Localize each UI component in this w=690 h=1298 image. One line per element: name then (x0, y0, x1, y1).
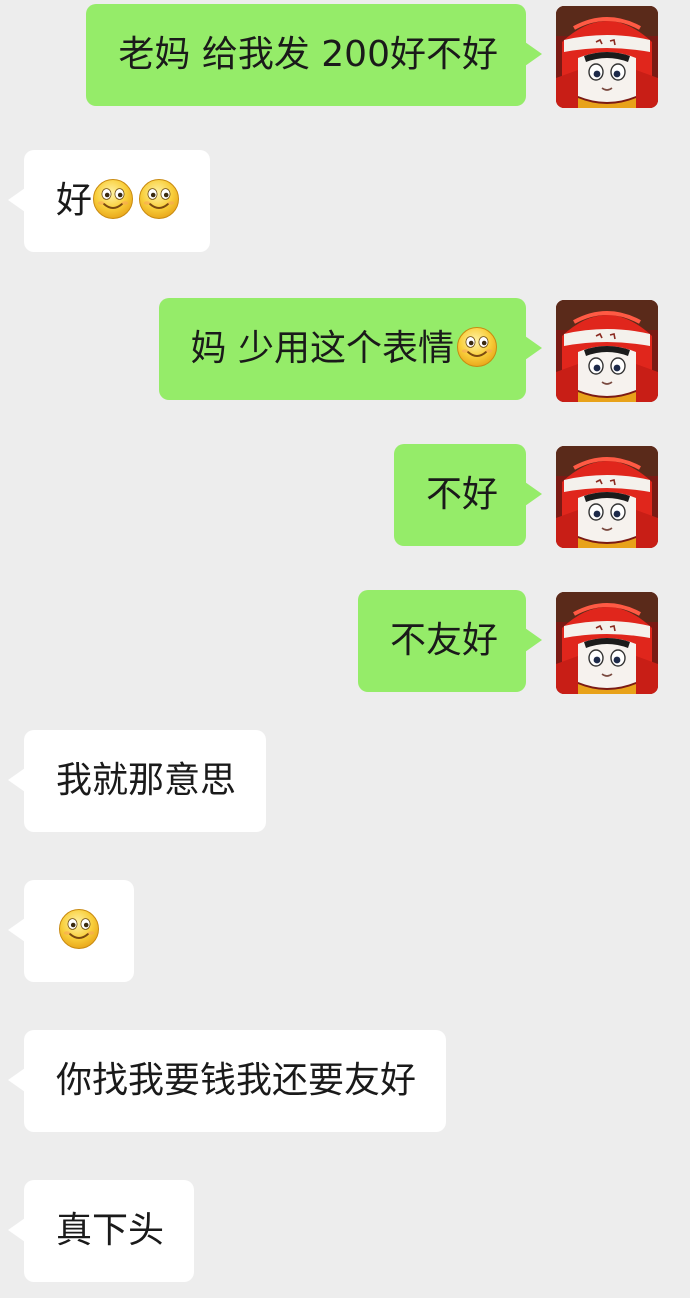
message-text: 老妈 给我发 200好不好 (118, 34, 498, 75)
message-text: 我就那意思 (56, 760, 237, 801)
message-bubble[interactable]: 好 (7, 150, 211, 252)
chat-message-list: 老妈 给我发 200好不好 好 妈 少用这个表情 不好 不友好 我就那意思 你找… (0, 0, 690, 1298)
smile-emoji-icon (138, 178, 180, 220)
message-bubble[interactable]: 不好 (393, 444, 543, 546)
message-bubble[interactable]: 我就那意思 (7, 730, 267, 832)
message-bubble[interactable]: 真下头 (7, 1180, 195, 1282)
my-avatar[interactable] (556, 446, 658, 548)
message-bubble[interactable]: 不友好 (357, 590, 543, 692)
smile-emoji-icon (58, 908, 100, 950)
message-bubble[interactable]: 老妈 给我发 200好不好 (86, 4, 542, 106)
smile-emoji-icon (92, 178, 134, 220)
message-text: 真下头 (56, 1210, 165, 1251)
message-text: 好 (56, 180, 93, 221)
message-text: 你找我要钱我还要友好 (56, 1060, 417, 1101)
my-avatar[interactable] (556, 6, 658, 108)
smile-emoji-icon (456, 326, 498, 368)
message-bubble[interactable] (8, 880, 134, 982)
message-bubble[interactable]: 你找我要钱我还要友好 (7, 1030, 447, 1132)
message-text: 不好 (425, 474, 498, 515)
my-avatar[interactable] (556, 300, 658, 402)
message-bubble[interactable]: 妈 少用这个表情 (158, 298, 543, 400)
my-avatar[interactable] (556, 592, 658, 694)
message-text: 不友好 (389, 620, 498, 661)
message-text: 妈 少用这个表情 (190, 328, 454, 369)
